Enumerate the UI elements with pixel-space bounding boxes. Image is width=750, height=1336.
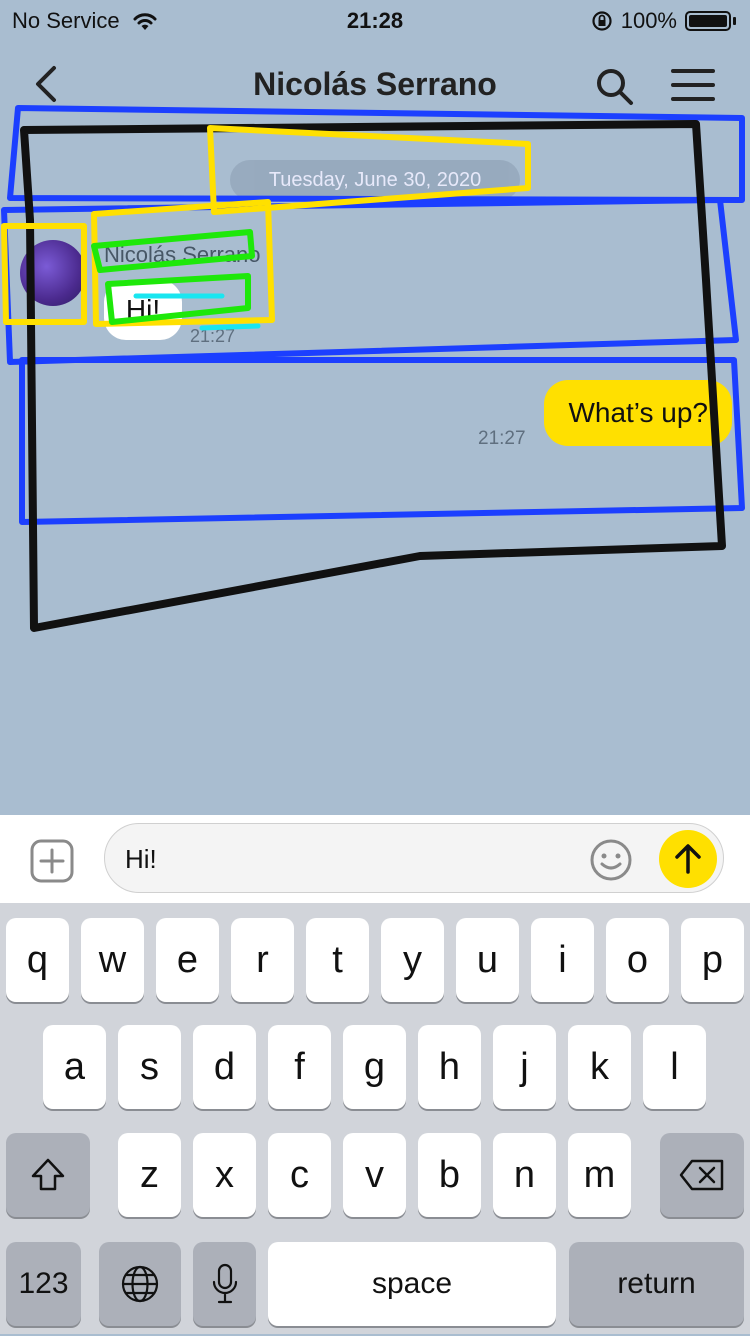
key-x[interactable]: x: [193, 1133, 256, 1217]
key-c[interactable]: c: [268, 1133, 331, 1217]
dictation-key[interactable]: [193, 1242, 256, 1326]
arrow-up-icon: [675, 844, 701, 874]
key-d[interactable]: d: [193, 1025, 256, 1109]
key-p[interactable]: p: [681, 918, 744, 1002]
outgoing-message-bubble[interactable]: What’s up?: [544, 380, 732, 446]
orientation-lock-icon: [592, 11, 612, 31]
key-y[interactable]: y: [381, 918, 444, 1002]
page-title: Nicolás Serrano: [253, 66, 497, 102]
key-z[interactable]: z: [118, 1133, 181, 1217]
key-o[interactable]: o: [606, 918, 669, 1002]
keyboard: q w e r t y u i o p a s d f g h j k l z …: [0, 903, 750, 1334]
delete-key[interactable]: [660, 1133, 744, 1217]
key-v[interactable]: v: [343, 1133, 406, 1217]
key-f[interactable]: f: [268, 1025, 331, 1109]
key-m[interactable]: m: [568, 1133, 631, 1217]
return-key[interactable]: return: [569, 1242, 744, 1326]
hamburger-menu-icon[interactable]: [670, 66, 716, 104]
microphone-icon: [212, 1263, 237, 1304]
chat-area[interactable]: Tuesday, June 30, 2020 Nicolás Serrano H…: [0, 120, 750, 815]
backspace-icon: [679, 1159, 724, 1191]
composer-bar: Hi!: [0, 815, 750, 903]
shift-icon: [31, 1158, 65, 1191]
key-u[interactable]: u: [456, 918, 519, 1002]
key-b[interactable]: b: [418, 1133, 481, 1217]
date-separator: Tuesday, June 30, 2020: [230, 160, 520, 200]
key-r[interactable]: r: [231, 918, 294, 1002]
key-h[interactable]: h: [418, 1025, 481, 1109]
incoming-message-bubble[interactable]: Hi!: [104, 280, 182, 340]
numbers-key[interactable]: 123: [6, 1242, 81, 1326]
nav-bar: Nicolás Serrano: [0, 48, 750, 120]
sender-name: Nicolás Serrano: [104, 242, 261, 267]
key-n[interactable]: n: [493, 1133, 556, 1217]
key-t[interactable]: t: [306, 918, 369, 1002]
key-j[interactable]: j: [493, 1025, 556, 1109]
battery-percent: 100%: [620, 8, 677, 33]
key-s[interactable]: s: [118, 1025, 181, 1109]
status-right: 100%: [591, 8, 736, 34]
message-input-text: Hi!: [125, 844, 157, 874]
emoji-icon[interactable]: [589, 838, 633, 882]
battery-icon: [685, 11, 731, 31]
plus-square-icon[interactable]: [30, 839, 74, 883]
shift-key[interactable]: [6, 1133, 90, 1217]
key-w[interactable]: w: [81, 918, 144, 1002]
key-g[interactable]: g: [343, 1025, 406, 1109]
key-i[interactable]: i: [531, 918, 594, 1002]
key-q[interactable]: q: [6, 918, 69, 1002]
key-e[interactable]: e: [156, 918, 219, 1002]
globe-icon: [121, 1265, 159, 1303]
incoming-message-time: 21:27: [190, 326, 236, 346]
send-button[interactable]: [659, 830, 717, 888]
key-l[interactable]: l: [643, 1025, 706, 1109]
status-bar: No Service 21:28 100%: [0, 0, 750, 40]
message-input[interactable]: Hi!: [104, 823, 724, 893]
space-key[interactable]: space: [268, 1242, 556, 1326]
search-icon[interactable]: [592, 64, 636, 108]
key-k[interactable]: k: [568, 1025, 631, 1109]
avatar[interactable]: [20, 240, 86, 306]
key-a[interactable]: a: [43, 1025, 106, 1109]
globe-key[interactable]: [99, 1242, 181, 1326]
battery-cap: [733, 17, 736, 25]
outgoing-message-time: 21:27: [478, 428, 526, 449]
